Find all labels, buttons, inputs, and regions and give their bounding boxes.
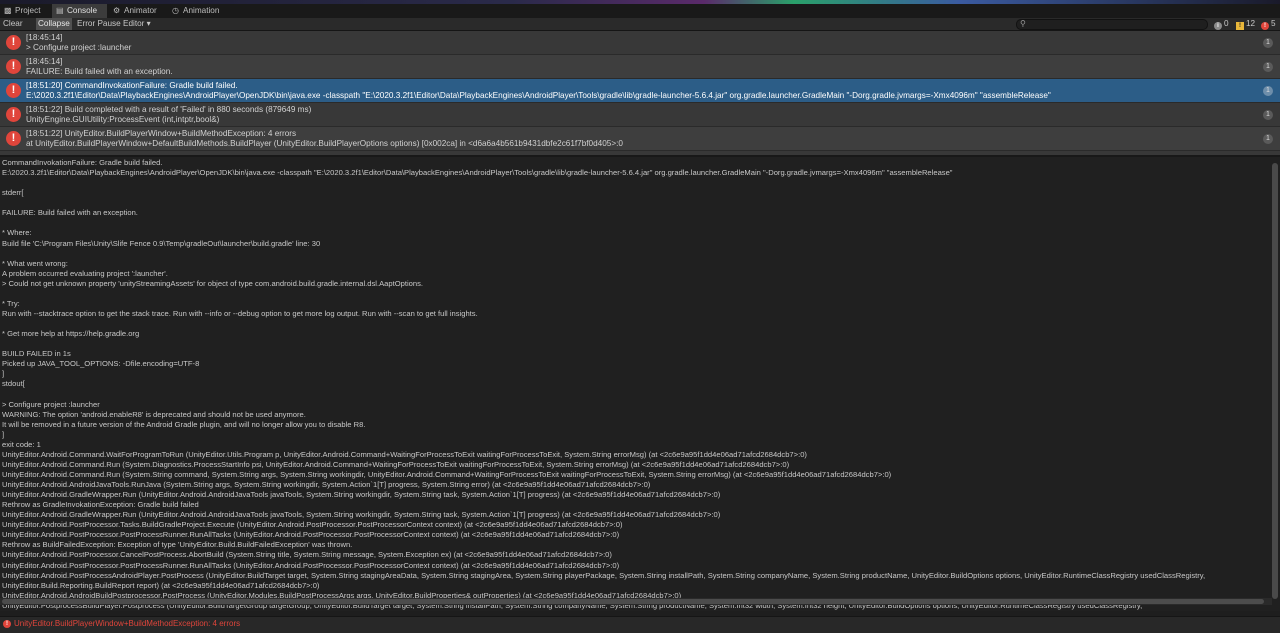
log-entry[interactable]: ! [18:51:22] UnityEditor.BuildPlayerWind… — [0, 127, 1280, 151]
log-line-2: at UnityEditor.BuildPlayerWindow+Default… — [26, 139, 623, 148]
log-detail-panel: CommandInvokationFailure: Gradle build f… — [0, 157, 1280, 611]
vertical-scrollbar[interactable] — [1272, 163, 1278, 599]
search-input[interactable]: ⚲ — [1016, 19, 1208, 30]
error-count: 5 — [1271, 19, 1276, 28]
log-line-1: [18:51:22] UnityEditor.BuildPlayerWindow… — [26, 129, 297, 138]
collapse-toggle[interactable]: Collapse — [36, 18, 72, 30]
log-line-1: [18:51:20] CommandInvokationFailure: Gra… — [26, 81, 238, 90]
animator-icon: ⚙ — [113, 6, 121, 15]
log-line-2: > Configure project :launcher — [26, 43, 132, 52]
tab-console[interactable]: ▤ Console — [52, 4, 107, 18]
error-icon: ! — [6, 107, 21, 122]
warning-count: 12 — [1246, 19, 1256, 28]
tab-project-label: Project — [15, 6, 41, 15]
error-count-toggle[interactable]: ! 5 — [1261, 18, 1276, 30]
error-pause-toggle[interactable]: Error Pause — [75, 18, 123, 30]
status-bar[interactable]: ! UnityEditor.BuildPlayerWindow+BuildMet… — [0, 616, 1280, 633]
error-icon: ! — [6, 83, 21, 98]
log-count-badge: 1 — [1263, 38, 1273, 48]
tab-animator[interactable]: ⚙ Animator — [109, 4, 164, 18]
info-count-toggle[interactable]: i0 — [1214, 18, 1229, 30]
error-icon: ! — [6, 35, 21, 50]
console-toolbar: Clear Collapse Error Pause Editor ▾ ⚲ i0… — [0, 18, 1280, 31]
tab-bar: ▩ Project ▤ Console ⚙ Animator ◷ Animati… — [0, 4, 1280, 19]
log-entry[interactable]: ! [18:45:14] FAILURE: Build failed with … — [0, 55, 1280, 79]
status-message[interactable]: UnityEditor.BuildPlayerWindow+BuildMetho… — [14, 619, 240, 628]
error-icon: ! — [3, 620, 11, 628]
search-icon: ⚲ — [1020, 19, 1026, 28]
log-line-1: [18:45:14] — [26, 57, 63, 66]
log-count-badge: 1 — [1263, 110, 1273, 120]
error-icon: ! — [6, 131, 21, 146]
horizontal-scrollbar[interactable] — [0, 598, 1272, 605]
info-icon: i — [1214, 22, 1222, 30]
tab-animation[interactable]: ◷ Animation — [168, 4, 228, 18]
log-line-1: [18:45:14] — [26, 33, 63, 42]
log-count-badge: 1 — [1263, 134, 1273, 144]
log-line-1: [18:51:22] Build completed with a result… — [26, 105, 312, 114]
tab-project[interactable]: ▩ Project — [0, 4, 47, 18]
editor-dropdown-label: Editor — [123, 19, 145, 28]
log-count-badge: 1 — [1263, 86, 1273, 96]
log-detail-text: CommandInvokationFailure: Gradle build f… — [2, 158, 1206, 611]
horizontal-scrollbar-thumb[interactable] — [2, 599, 1264, 604]
folder-icon: ▩ — [4, 6, 12, 15]
info-count: 0 — [1224, 19, 1229, 28]
chevron-down-icon: ▾ — [146, 19, 151, 28]
editor-dropdown[interactable]: Editor ▾ — [121, 18, 153, 30]
tab-animator-label: Animator — [124, 6, 157, 15]
error-icon: ! — [1261, 22, 1269, 30]
log-line-2: E:\2020.3.2f1\Editor\Data\PlaybackEngine… — [26, 91, 1051, 100]
tab-animation-label: Animation — [183, 6, 220, 15]
console-icon: ▤ — [56, 6, 64, 15]
warning-icon: ! — [1236, 22, 1244, 30]
log-entry[interactable]: ! [18:45:14] > Configure project :launch… — [0, 31, 1280, 55]
error-icon: ! — [6, 59, 21, 74]
log-count-badge: 1 — [1263, 62, 1273, 72]
log-entry-selected[interactable]: ! [18:51:20] CommandInvokationFailure: G… — [0, 79, 1280, 103]
tab-console-label: Console — [67, 6, 98, 15]
warning-count-toggle[interactable]: ! 12 — [1236, 18, 1255, 30]
log-list: ! [18:45:14] > Configure project :launch… — [0, 31, 1280, 155]
animation-icon: ◷ — [172, 6, 179, 15]
log-line-2: FAILURE: Build failed with an exception. — [26, 67, 173, 76]
clear-button[interactable]: Clear — [1, 18, 25, 30]
log-line-2: UnityEngine.GUIUtility:ProcessEvent (int… — [26, 115, 220, 124]
log-entry[interactable]: ! [18:51:22] Build completed with a resu… — [0, 103, 1280, 127]
